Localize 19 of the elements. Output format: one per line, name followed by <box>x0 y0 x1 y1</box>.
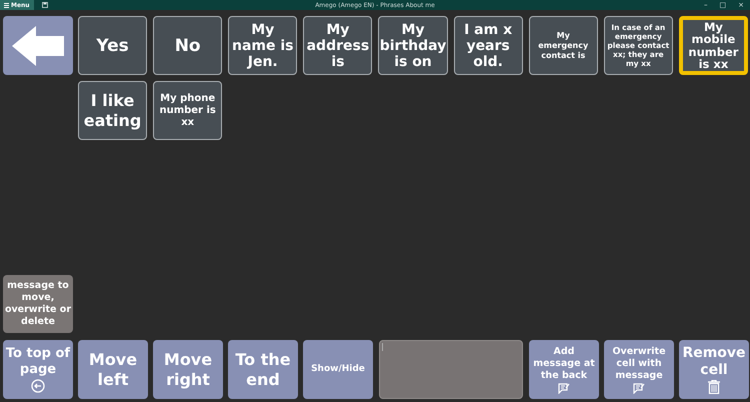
save-icon[interactable] <box>42 2 48 8</box>
phrase-cell[interactable]: My emergency contact is <box>528 16 598 75</box>
phrase-cell[interactable]: My name is Jen. <box>228 16 298 75</box>
message-cell[interactable]: message to move, overwrite or delete <box>3 275 73 333</box>
menu-icon <box>4 2 9 8</box>
note-icon <box>633 382 645 394</box>
phrase-cell[interactable]: Yes <box>78 16 148 75</box>
back-button[interactable] <box>3 16 73 75</box>
note-icon <box>558 382 570 394</box>
phrase-cell[interactable]: No <box>153 16 222 75</box>
message-field[interactable] <box>379 340 523 399</box>
phrase-cell[interactable]: My phone number is xx <box>153 81 222 140</box>
left-arrow-icon <box>10 24 66 68</box>
trash-icon <box>708 380 720 394</box>
phrase-cell[interactable]: My birthday is on <box>378 16 448 75</box>
phrase-cell[interactable]: My address is <box>303 16 372 75</box>
phrase-cell[interactable]: My mobile number is xx <box>678 16 748 75</box>
phrase-cell[interactable]: I like eating <box>78 81 148 140</box>
phrase-cell[interactable]: I am x years old. <box>454 16 523 75</box>
